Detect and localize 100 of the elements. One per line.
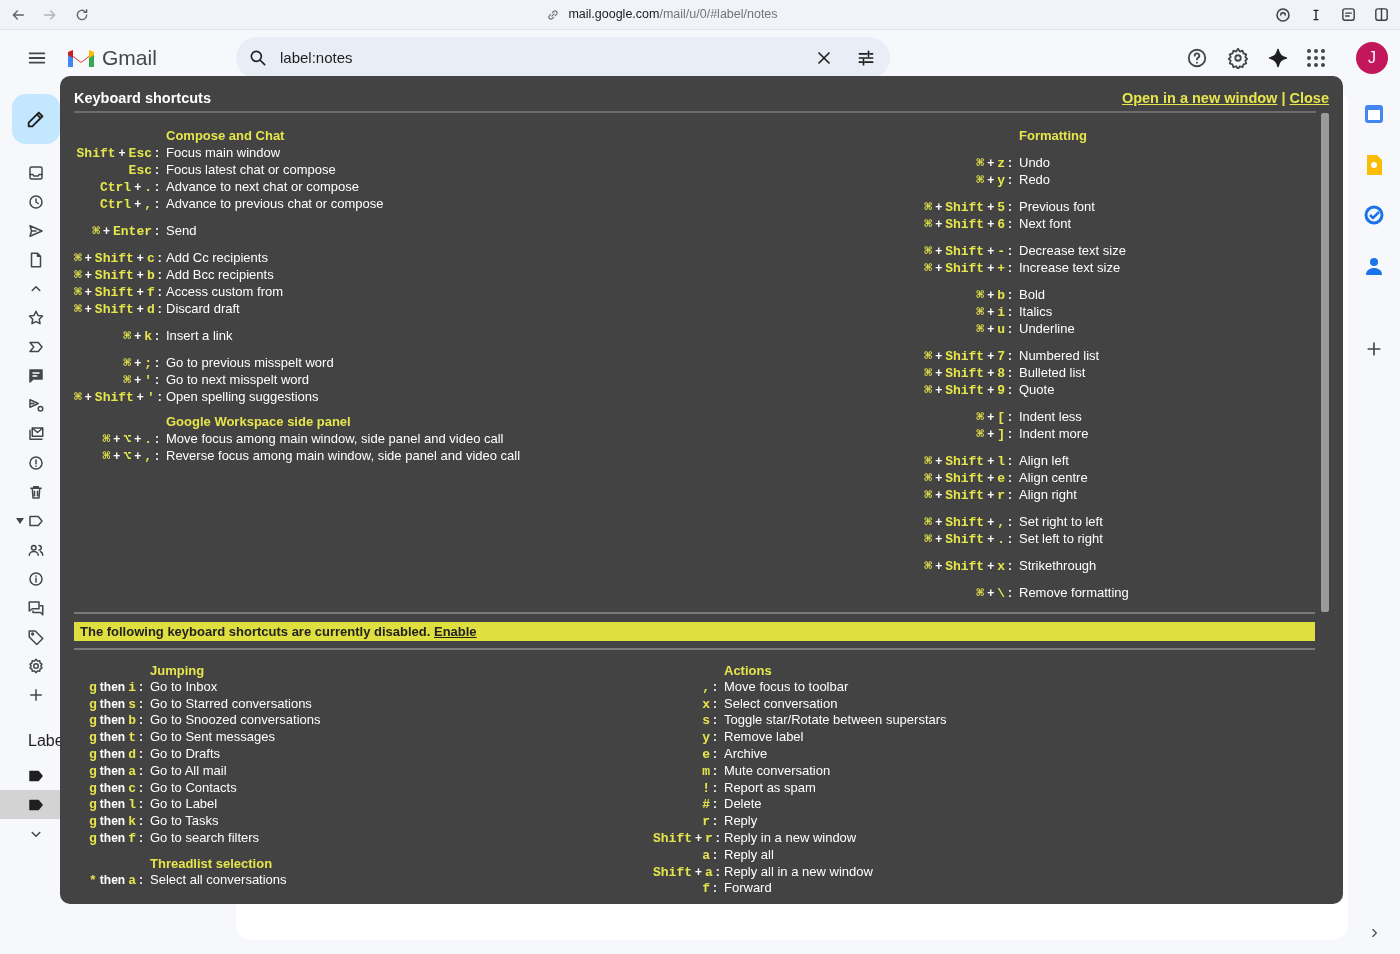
reader-icon[interactable] [1340,6,1357,23]
shortcut-description: Go to Starred conversations [150,695,312,713]
shortcut-keys: f : [653,880,720,898]
gmail-logo-icon[interactable] [66,47,96,69]
dialog-links: Open in a new window | Close [1121,89,1329,108]
shortcut-keys: ⌘ + z : [922,154,1015,171]
shortcut-keys: Shift + r : [653,829,720,847]
shortcut-description: Go to All mail [150,762,227,780]
chat-icon[interactable] [27,366,45,385]
clock-icon[interactable] [27,192,45,211]
shortcut-description: Strikethrough [1019,557,1097,574]
contacts-icon[interactable] [1365,256,1383,276]
shortcut-keys: g then i : [74,678,146,696]
sparkle-icon[interactable] [1268,48,1288,68]
all-mail-icon[interactable] [27,424,45,443]
tasks-icon[interactable] [1364,205,1384,225]
shortcut-keys: g then k : [74,813,146,830]
shortcut-keys: ⌘ + u : [922,320,1015,337]
shortcut-description: Go to search filters [150,829,260,847]
shortcut-keys: g then a : [74,762,146,780]
shortcut-keys: ⌘ + ⌥ + , : [74,447,162,464]
shortcut-description: Advance to next chat or compose [166,178,359,195]
reload-icon[interactable] [74,6,90,23]
shortcut-description: Toggle star/Rotate between superstars [724,712,947,730]
shortcut-description: Reply in a new window [724,829,857,847]
shortcut-description: Send [166,222,197,239]
shortcut-keys: ⌘ + ' : [74,371,162,388]
shortcut-description: Add Cc recipients [166,249,268,266]
search-bar[interactable]: label:notes [236,37,890,79]
shortcut-description: Focus latest chat or compose [166,161,336,178]
link-icon [546,7,561,22]
shortcut-keys: Shift + Esc : [74,144,162,161]
shortcut-description: Indent less [1019,408,1082,425]
shortcut-keys: y : [653,729,720,746]
shortcut-keys: Shift + a : [653,863,720,881]
inbox-icon[interactable] [27,163,45,182]
tag-icon[interactable] [27,627,45,646]
shortcut-keys: ⌘ + Shift + - : [922,242,1015,259]
enable-link[interactable]: Enable [433,624,477,639]
shortcut-keys: ⌘ + k : [74,327,162,344]
shortcut-description: Align left [1019,452,1069,469]
extension-icon[interactable] [1274,5,1292,24]
shortcut-description: Decrease text size [1019,242,1126,259]
section-title: Compose and Chat [166,127,285,144]
scrollbar[interactable] [1321,113,1329,612]
shortcut-description: Go to Tasks [150,813,219,830]
open-window-link[interactable]: Open in a new window [1121,90,1278,106]
info-icon[interactable] [27,569,45,588]
shortcut-keys: a : [653,846,720,864]
address-bar-url[interactable]: mail.google.com/mail/u/0/#label/notes [568,5,778,24]
shortcut-keys: ⌘ + Shift + , : [922,513,1015,530]
shortcut-description: Reply all [724,846,774,864]
dialog-title: Keyboard shortcuts [74,89,211,108]
close-link[interactable]: Close [1289,90,1329,106]
shortcut-keys: Ctrl + , : [74,195,162,212]
shortcut-keys: ⌘ + \ : [922,584,1015,601]
settings-icon[interactable] [1227,47,1249,69]
shortcut-keys: x : [653,695,720,713]
avatar[interactable]: J [1356,42,1388,74]
shortcut-keys: ⌘ + Shift + x : [922,557,1015,574]
calendar-icon[interactable] [1364,104,1384,124]
compose-button[interactable] [12,94,60,144]
shortcut-keys: ⌘ + b : [922,286,1015,303]
settings-icon[interactable] [27,656,45,675]
apps-icon[interactable] [1307,49,1325,67]
section-title: Threadlist selection [150,854,273,872]
shortcut-keys: ⌘ + ] : [922,425,1015,442]
shortcut-description: Remove label [724,729,804,746]
disabled-notice: The following keyboard shortcuts are currently disabled. Enable [74,622,1315,641]
shortcut-keys: g then b : [74,712,146,730]
shortcut-description: Discard draft [166,300,240,317]
shortcut-keys: ⌘ + Shift + 8 : [922,364,1015,381]
shortcut-keys: ⌘ + Shift + . : [922,530,1015,547]
shortcut-description: Select conversation [724,695,838,713]
forum-icon[interactable] [27,598,45,617]
section-title: Formatting [1019,127,1087,144]
shortcut-keys: ⌘ + Shift + c : [74,249,162,266]
shortcut-keys: Ctrl + . : [74,178,162,195]
shortcut-keys: ⌘ + Shift + e : [922,469,1015,486]
shortcut-description: Reply all in a new window [724,863,873,881]
filter-icon[interactable] [856,48,876,68]
shortcut-description: Add Bcc recipients [166,266,274,283]
search-field[interactable]: label:notes [278,45,814,71]
help-icon[interactable] [1186,47,1208,69]
shortcut-description: Align centre [1019,469,1088,486]
shortcut-keys: ⌘ + Shift + 5 : [922,198,1015,215]
shortcut-keys: g then s : [74,695,146,713]
shortcut-description: Underline [1019,320,1075,337]
shortcut-keys: ⌘ + Shift + + : [922,259,1015,276]
shortcut-description: Delete [724,796,762,814]
spam-icon[interactable] [27,453,45,472]
star-icon[interactable] [27,308,45,327]
shortcut-keys: ⌘ + Shift + ' : [74,388,162,405]
sidebar-icon[interactable] [1373,6,1390,23]
shortcut-description: Reverse focus among main window, side panel and video call [166,447,521,464]
shortcut-keys: ⌘ + Shift + l : [922,452,1015,469]
search-icon[interactable] [248,48,268,68]
shortcut-description: Mute conversation [724,762,831,780]
caret-down-icon[interactable] [16,517,24,524]
shortcut-keys: ⌘ + Shift + 9 : [922,381,1015,398]
